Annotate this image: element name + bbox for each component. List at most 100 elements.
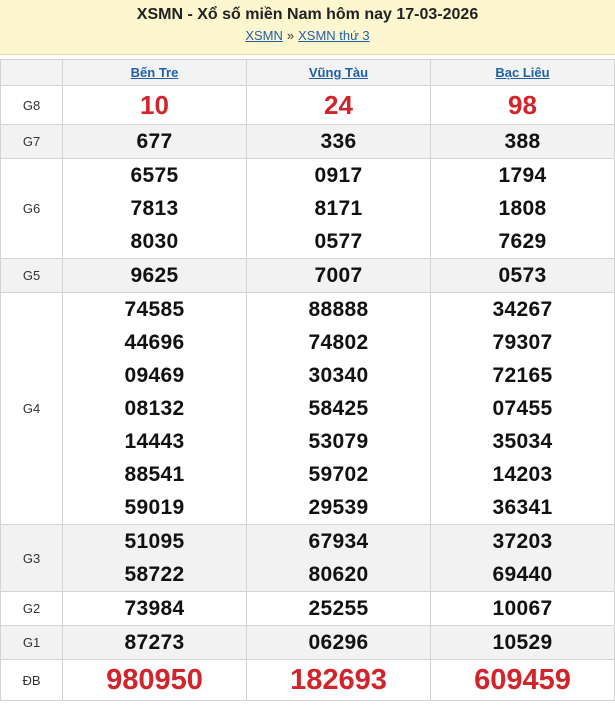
prize-label: G7 bbox=[0, 124, 63, 159]
result-number: 80620 bbox=[308, 563, 369, 586]
result-number: 53079 bbox=[308, 430, 369, 453]
breadcrumb: XSMN» XSMN thứ 3 bbox=[0, 28, 615, 43]
result-cell: 34267 79307 72165 07455 35034 14203 36341 bbox=[430, 292, 615, 525]
prize-label: G2 bbox=[0, 591, 63, 626]
result-number: 980950 bbox=[106, 664, 203, 696]
result-cell: 73984 bbox=[62, 591, 247, 626]
result-number: 34267 bbox=[492, 298, 553, 321]
result-number: 06296 bbox=[308, 631, 369, 654]
result-number: 29539 bbox=[308, 496, 369, 519]
result-number: 7007 bbox=[314, 264, 363, 287]
result-number: 6575 bbox=[130, 164, 179, 187]
province-bac-lieu[interactable]: Bạc Liêu bbox=[430, 59, 615, 86]
result-cell: 609459 bbox=[430, 659, 615, 701]
result-number: 14443 bbox=[124, 430, 185, 453]
result-number: 9625 bbox=[130, 264, 179, 287]
prize-row: G2 73984 25255 10067 bbox=[0, 591, 615, 626]
prize-label: G3 bbox=[0, 524, 63, 592]
result-cell: 10 bbox=[62, 85, 247, 125]
prize-row: G3 51095 58722 67934 80620 37203 69440 bbox=[0, 524, 615, 592]
prize-row: G6 6575 7813 8030 0917 8171 0577 1794 1808 7629 bbox=[0, 158, 615, 259]
result-number: 87273 bbox=[124, 631, 185, 654]
prize-label: G1 bbox=[0, 625, 63, 660]
result-number: 09469 bbox=[124, 364, 185, 387]
result-number: 37203 bbox=[492, 530, 553, 553]
province-name[interactable]: Bạc Liêu bbox=[495, 65, 549, 80]
result-number: 74585 bbox=[124, 298, 185, 321]
result-number: 08132 bbox=[124, 397, 185, 420]
result-number: 0577 bbox=[314, 230, 363, 253]
result-number: 35034 bbox=[492, 430, 553, 453]
result-number: 69440 bbox=[492, 563, 553, 586]
result-number: 58425 bbox=[308, 397, 369, 420]
result-number: 0917 bbox=[314, 164, 363, 187]
result-number: 10 bbox=[140, 90, 169, 120]
province-ben-tre[interactable]: Bến Tre bbox=[62, 59, 247, 86]
breadcrumb-link-xsmn-thu3[interactable]: XSMN thứ 3 bbox=[298, 28, 370, 43]
corner-cell bbox=[0, 59, 63, 86]
result-cell: 06296 bbox=[246, 625, 431, 660]
prize-label: G8 bbox=[0, 85, 63, 125]
result-cell: 51095 58722 bbox=[62, 524, 247, 592]
result-number: 88541 bbox=[124, 463, 185, 486]
result-number: 59019 bbox=[124, 496, 185, 519]
result-number: 51095 bbox=[124, 530, 185, 553]
result-number: 67934 bbox=[308, 530, 369, 553]
page-title: XSMN - Xổ số miền Nam hôm nay 17-03-2026 bbox=[136, 6, 479, 23]
result-cell: 10529 bbox=[430, 625, 615, 660]
result-number: 1808 bbox=[498, 197, 547, 220]
prize-label: ĐB bbox=[0, 659, 63, 701]
result-cell: 0917 8171 0577 bbox=[246, 158, 431, 259]
result-cell: 67934 80620 bbox=[246, 524, 431, 592]
result-number: 79307 bbox=[492, 331, 553, 354]
result-number: 88888 bbox=[308, 298, 369, 321]
breadcrumb-link-xsmn[interactable]: XSMN bbox=[245, 28, 283, 43]
result-cell: 10067 bbox=[430, 591, 615, 626]
result-number: 8030 bbox=[130, 230, 179, 253]
result-cell: 9625 bbox=[62, 258, 247, 293]
result-number: 8171 bbox=[314, 197, 363, 220]
result-number: 388 bbox=[504, 130, 541, 153]
result-cell: 7007 bbox=[246, 258, 431, 293]
result-number: 44696 bbox=[124, 331, 185, 354]
prize-rows: G8 10 24 98 G7 677 336 388 G6 6575 7813 8030 0917 817… bbox=[0, 85, 615, 701]
result-cell: 677 bbox=[62, 124, 247, 159]
result-number: 07455 bbox=[492, 397, 553, 420]
result-cell: 1794 1808 7629 bbox=[430, 158, 615, 259]
province-name[interactable]: Vũng Tàu bbox=[309, 65, 368, 80]
result-cell: 98 bbox=[430, 85, 615, 125]
page-header: XSMN - Xổ số miền Nam hôm nay 17-03-2026… bbox=[0, 0, 615, 55]
result-cell: 980950 bbox=[62, 659, 247, 701]
province-name[interactable]: Bến Tre bbox=[131, 65, 179, 80]
result-cell: 25255 bbox=[246, 591, 431, 626]
result-number: 58722 bbox=[124, 563, 185, 586]
prize-row: G7 677 336 388 bbox=[0, 124, 615, 159]
result-number: 98 bbox=[508, 90, 537, 120]
result-cell: 88888 74802 30340 58425 53079 59702 29539 bbox=[246, 292, 431, 525]
results-table: Bến Tre Vũng Tàu Bạc Liêu G8 10 24 98 G7 677 3… bbox=[0, 59, 615, 701]
result-cell: 37203 69440 bbox=[430, 524, 615, 592]
result-number: 7629 bbox=[498, 230, 547, 253]
prize-row: G5 9625 7007 0573 bbox=[0, 258, 615, 293]
result-cell: 6575 7813 8030 bbox=[62, 158, 247, 259]
result-cell: 388 bbox=[430, 124, 615, 159]
result-number: 72165 bbox=[492, 364, 553, 387]
result-number: 677 bbox=[136, 130, 173, 153]
result-number: 14203 bbox=[492, 463, 553, 486]
result-cell: 0573 bbox=[430, 258, 615, 293]
result-cell: 182693 bbox=[246, 659, 431, 701]
prize-row: ĐB 980950 182693 609459 bbox=[0, 659, 615, 701]
prize-row: G8 10 24 98 bbox=[0, 85, 615, 125]
result-number: 73984 bbox=[124, 597, 185, 620]
result-number: 609459 bbox=[474, 664, 571, 696]
prize-row: G1 87273 06296 10529 bbox=[0, 625, 615, 660]
result-number: 30340 bbox=[308, 364, 369, 387]
province-vung-tau[interactable]: Vũng Tàu bbox=[246, 59, 431, 86]
prize-label: G5 bbox=[0, 258, 63, 293]
result-number: 59702 bbox=[308, 463, 369, 486]
result-cell: 74585 44696 09469 08132 14443 88541 59019 bbox=[62, 292, 247, 525]
result-number: 10529 bbox=[492, 631, 553, 654]
result-number: 182693 bbox=[290, 664, 387, 696]
result-number: 1794 bbox=[498, 164, 547, 187]
result-number: 0573 bbox=[498, 264, 547, 287]
